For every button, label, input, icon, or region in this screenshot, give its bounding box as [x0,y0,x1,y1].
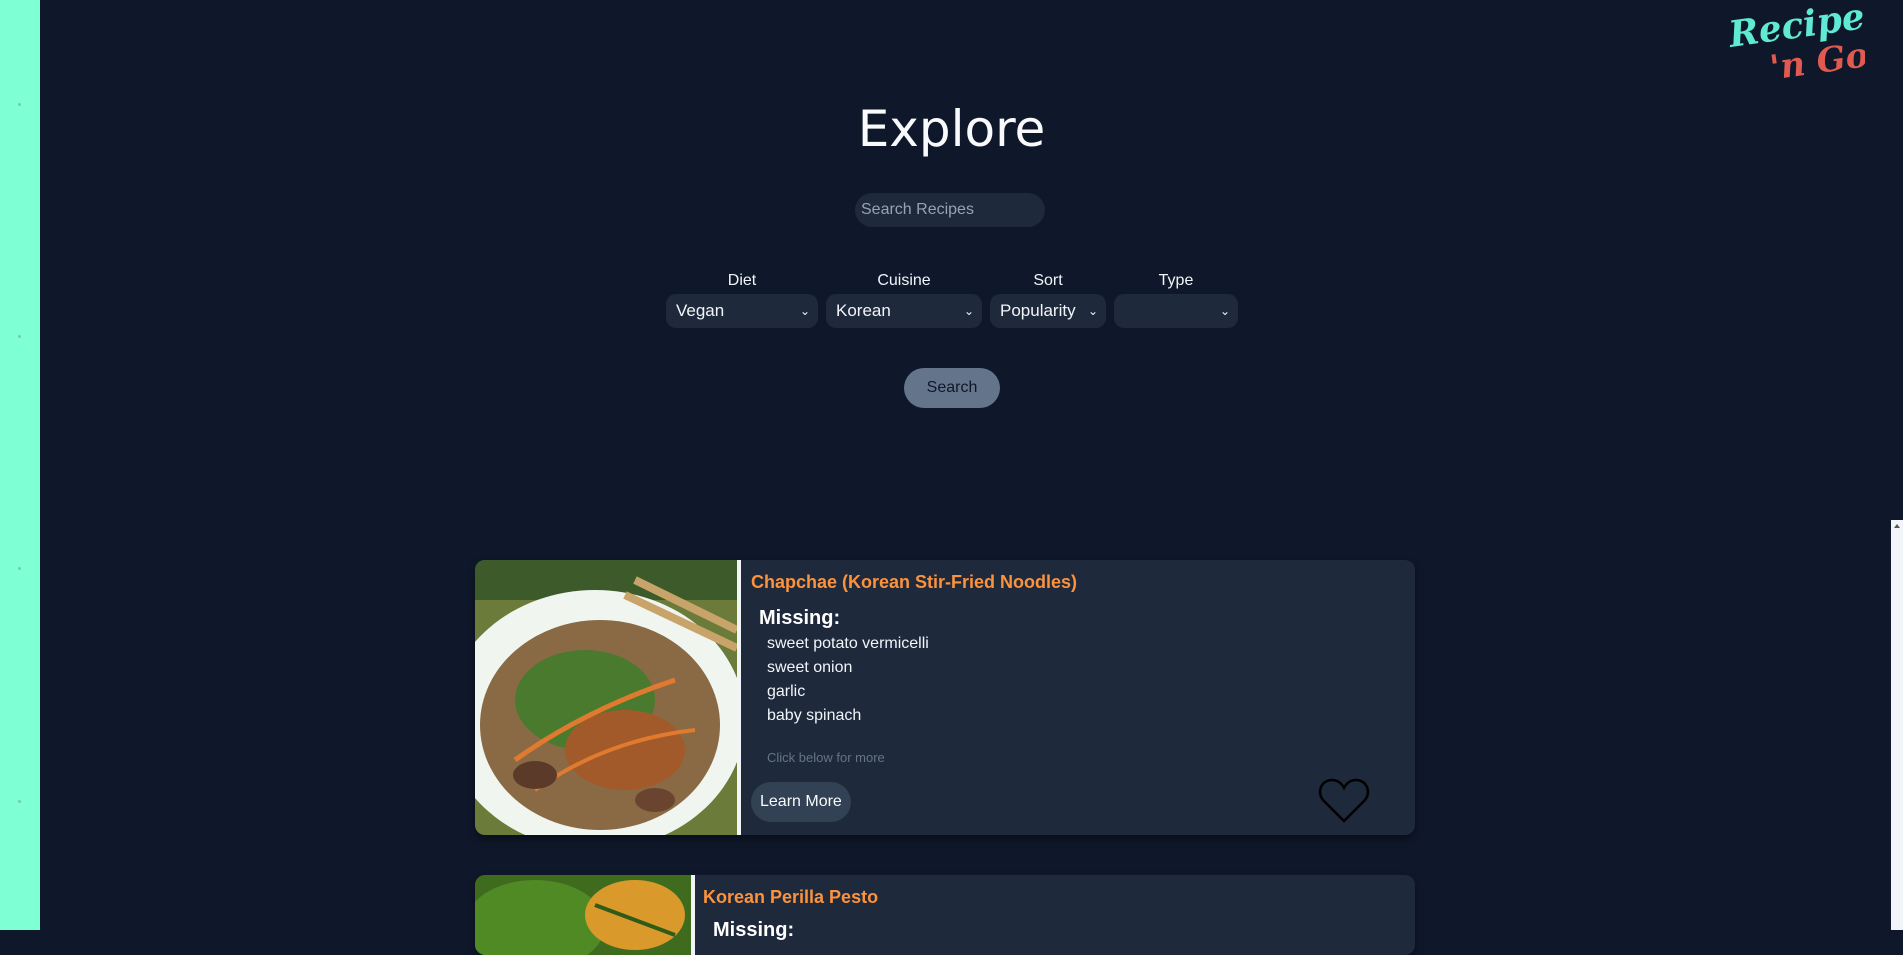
more-hint: Click below for more [767,750,885,765]
recipe-card: Korean Perilla Pesto Missing: [475,875,1415,955]
chevron-down-icon: ⌄ [963,304,974,318]
diet-value: Vegan [676,301,725,320]
sidebar-dot[interactable] [18,800,21,803]
sidebar-dot[interactable] [18,335,21,338]
cuisine-filter: Cuisine Korean ⌄ [826,272,982,328]
ingredient-item: sweet onion [767,659,853,676]
sidebar [0,0,40,930]
sort-filter: Sort Popularity ⌄ [990,272,1106,328]
missing-ingredients-list: sweet potato vermicelli sweet onion garl… [767,632,929,728]
type-filter: Type ⌄ [1114,272,1238,328]
ingredient-item: baby spinach [767,707,862,724]
recipe-card: Chapchae (Korean Stir-Fried Noodles) Mis… [475,560,1415,835]
missing-heading: Missing: [759,607,841,629]
heart-icon[interactable] [1318,777,1370,825]
sort-select[interactable]: Popularity ⌄ [990,294,1106,328]
type-select[interactable]: ⌄ [1114,294,1238,328]
recipe-title[interactable]: Chapchae (Korean Stir-Fried Noodles) [751,572,1077,593]
cuisine-value: Korean [836,301,891,320]
search-input[interactable] [855,193,1045,227]
diet-select[interactable]: Vegan ⌄ [666,294,818,328]
sort-value: Popularity [1000,301,1076,320]
sidebar-dot[interactable] [18,103,21,106]
page-title: Explore [857,100,1046,158]
diet-label: Diet [727,272,757,289]
chevron-down-icon: ⌄ [1087,304,1098,318]
scrollbar[interactable] [1891,520,1903,930]
ingredient-item: garlic [767,683,806,700]
recipe-image[interactable] [475,875,695,955]
sort-label: Sort [1033,272,1063,289]
chevron-down-icon: ⌄ [799,304,810,318]
recipe-title[interactable]: Korean Perilla Pesto [703,887,878,908]
sidebar-dot[interactable] [18,567,21,570]
missing-heading: Missing: [713,919,795,941]
recipe-image[interactable] [475,560,745,835]
search-button[interactable]: Search [904,368,1000,408]
cuisine-select[interactable]: Korean ⌄ [826,294,982,328]
learn-more-button[interactable]: Learn More [751,782,851,822]
cuisine-label: Cuisine [877,272,931,289]
ingredient-item: sweet potato vermicelli [767,635,929,652]
chevron-down-icon: ⌄ [1219,304,1230,318]
diet-filter: Diet Vegan ⌄ [666,272,818,328]
brand-logo[interactable]: Recipe 'n Go [1725,0,1871,88]
type-label: Type [1158,272,1194,289]
